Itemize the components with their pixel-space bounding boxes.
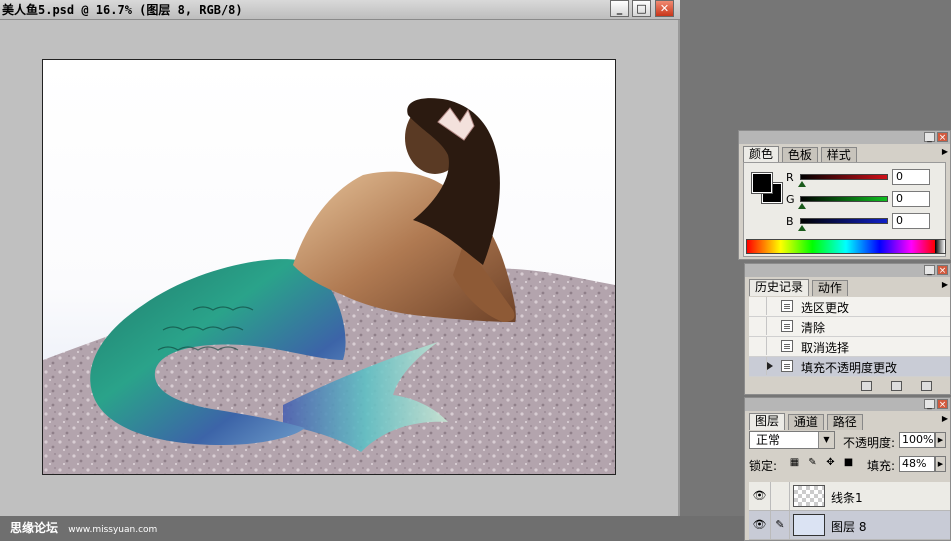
trash-icon[interactable]: [921, 381, 932, 391]
b-value-field[interactable]: 0: [892, 213, 930, 229]
watermark-url: www.missyuan.com: [68, 525, 158, 535]
g-slider-thumb[interactable]: [798, 203, 806, 209]
layer-name[interactable]: 图层 8: [831, 518, 866, 535]
palette-close-button[interactable]: ×: [937, 265, 948, 276]
mermaid-artwork: [43, 60, 615, 474]
foreground-color-swatch[interactable]: [751, 172, 773, 194]
layer-thumbnail[interactable]: [793, 485, 825, 507]
history-item[interactable]: 取消选择: [749, 337, 950, 357]
tab-color[interactable]: 颜色: [743, 146, 780, 163]
history-step-icon: [781, 340, 793, 352]
color-palette: _ × 颜色 色板 样式 ▶ R 0 G 0 B 0: [738, 130, 951, 260]
palette-header[interactable]: _ ×: [745, 398, 950, 411]
blend-mode-select[interactable]: 正常 ▼: [749, 431, 835, 449]
layer-thumbnail[interactable]: [793, 514, 825, 536]
history-snapshot-cell[interactable]: [749, 357, 767, 375]
channel-b-label: B: [786, 215, 794, 228]
layers-palette: _ × 图层 通道 路径 ▶ 正常 ▼ 不透明度: 100% ▶ 锁定: ▦ ✎…: [744, 397, 951, 541]
lock-image-pixels-icon[interactable]: ✎: [807, 457, 818, 468]
history-item-selected[interactable]: 填充不透明度更改: [749, 357, 950, 377]
lock-label: 锁定:: [749, 459, 778, 473]
g-value-field[interactable]: 0: [892, 191, 930, 207]
r-slider-thumb[interactable]: [798, 181, 806, 187]
history-item-label: 填充不透明度更改: [801, 361, 898, 375]
new-document-from-state-icon[interactable]: [861, 381, 872, 391]
tab-actions[interactable]: 动作: [811, 280, 848, 296]
history-palette: _ × 历史记录 动作 ▶ 选区更改 清除 取消选择 填充不透明度更改: [744, 263, 951, 395]
blend-mode-value: 正常: [756, 433, 781, 447]
document-window: 美人鱼5.psd @ 16.7% (图层 8, RGB/8) _ □ ✕: [0, 0, 680, 516]
g-slider[interactable]: [800, 196, 888, 202]
eye-icon[interactable]: 👁: [749, 482, 771, 510]
color-spectrum-ramp[interactable]: [746, 239, 946, 254]
watermark-site: 思缘论坛: [10, 521, 59, 535]
history-snapshot-cell[interactable]: [749, 317, 767, 335]
layer-link-cell[interactable]: [771, 482, 790, 510]
brush-icon[interactable]: ✎: [771, 511, 790, 539]
tab-history[interactable]: 历史记录: [749, 279, 810, 296]
watermark: 思缘论坛 www.missyuan.com: [10, 519, 157, 536]
channel-g-label: G: [786, 193, 795, 206]
new-snapshot-icon[interactable]: [891, 381, 902, 391]
channel-r-label: R: [786, 171, 794, 184]
history-snapshot-cell[interactable]: [749, 297, 767, 315]
palette-menu-icon[interactable]: ▶: [942, 414, 948, 423]
fill-spin-icon[interactable]: ▶: [935, 456, 946, 472]
history-item-label: 取消选择: [801, 341, 850, 355]
history-step-icon: [781, 320, 793, 332]
lock-position-icon[interactable]: ✥: [825, 457, 836, 468]
b-slider-thumb[interactable]: [798, 225, 806, 231]
history-footer: [745, 379, 950, 394]
chevron-down-icon[interactable]: ▼: [818, 432, 834, 448]
opacity-spin-icon[interactable]: ▶: [935, 432, 946, 448]
minimize-button[interactable]: _: [610, 0, 629, 17]
history-item-label: 清除: [801, 321, 826, 335]
opacity-label: 不透明度:: [843, 436, 896, 450]
canvas-area[interactable]: [0, 20, 680, 516]
lock-transparency-icon[interactable]: ▦: [789, 457, 800, 468]
palette-menu-icon[interactable]: ▶: [942, 147, 948, 156]
history-snapshot-cell[interactable]: [749, 337, 767, 355]
layer-row-selected[interactable]: 👁 ✎ 图层 8: [749, 511, 950, 540]
tab-styles[interactable]: 样式: [820, 147, 857, 163]
history-item[interactable]: 选区更改: [749, 297, 950, 317]
palette-close-button[interactable]: ×: [937, 399, 948, 410]
b-slider[interactable]: [800, 218, 888, 224]
fill-field[interactable]: 48%: [899, 456, 935, 472]
palette-header[interactable]: _ ×: [739, 131, 950, 144]
history-item-label: 选区更改: [801, 301, 850, 315]
history-step-icon: [781, 300, 793, 312]
image-canvas[interactable]: [42, 59, 616, 475]
tab-swatches[interactable]: 色板: [781, 147, 818, 163]
palette-header[interactable]: _ ×: [745, 264, 950, 277]
document-title: 美人鱼5.psd @ 16.7% (图层 8, RGB/8): [2, 3, 243, 17]
color-panel-body: R 0 G 0 B 0: [743, 162, 946, 257]
palette-minimize-button[interactable]: _: [924, 132, 935, 143]
lock-all-icon[interactable]: ■: [843, 457, 854, 468]
layer-name[interactable]: 线条1: [831, 489, 863, 506]
layer-row[interactable]: 👁 线条1: [749, 482, 950, 511]
palette-menu-icon[interactable]: ▶: [942, 280, 948, 289]
document-titlebar[interactable]: 美人鱼5.psd @ 16.7% (图层 8, RGB/8) _ □ ✕: [0, 0, 680, 20]
maximize-button[interactable]: □: [632, 0, 651, 17]
tab-layers[interactable]: 图层: [749, 413, 786, 430]
history-item[interactable]: 清除: [749, 317, 950, 337]
fill-label: 填充:: [867, 459, 896, 473]
history-state-arrow-icon[interactable]: [767, 362, 773, 370]
tab-paths[interactable]: 路径: [826, 414, 863, 430]
palette-minimize-button[interactable]: _: [924, 399, 935, 410]
r-value-field[interactable]: 0: [892, 169, 930, 185]
close-button[interactable]: ✕: [655, 0, 674, 17]
history-step-icon: [781, 360, 793, 372]
palette-minimize-button[interactable]: _: [924, 265, 935, 276]
tab-channels[interactable]: 通道: [787, 414, 824, 430]
palette-close-button[interactable]: ×: [937, 132, 948, 143]
eye-icon[interactable]: 👁: [749, 511, 771, 539]
opacity-field[interactable]: 100%: [899, 432, 935, 448]
r-slider[interactable]: [800, 174, 888, 180]
